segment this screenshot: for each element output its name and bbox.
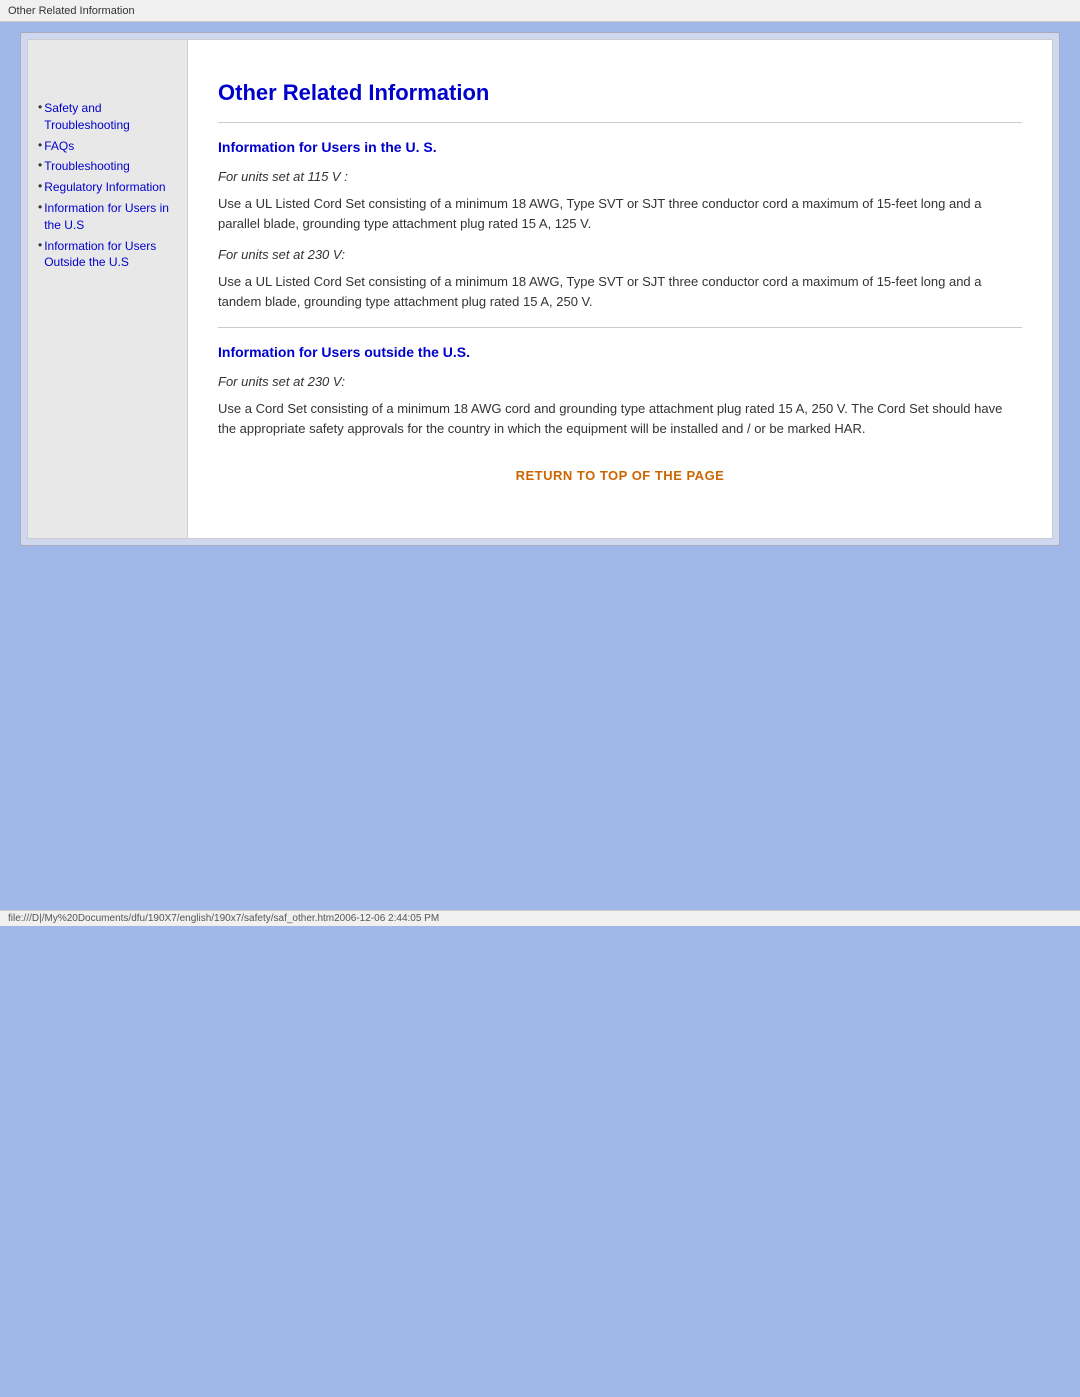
browser-inner: • Safety and Troubleshooting • FAQs • Tr… [27, 39, 1053, 539]
bullet-icon: • [38, 138, 42, 155]
bottom-area [0, 556, 1080, 906]
section1-block2-italic: For units set at 230 V: [218, 247, 1022, 262]
title-bar: Other Related Information [0, 0, 1080, 22]
sidebar-link-safety[interactable]: Safety and Troubleshooting [44, 100, 177, 134]
sidebar-link-users-outside[interactable]: Information for Users Outside the U.S [44, 238, 177, 272]
sidebar-item-users-us: • Information for Users in the U.S [38, 200, 177, 234]
sidebar-link-regulatory[interactable]: Regulatory Information [44, 179, 165, 196]
section2-block1-body: Use a Cord Set consisting of a minimum 1… [218, 399, 1022, 438]
sidebar-nav: • Safety and Troubleshooting • FAQs • Tr… [38, 100, 177, 271]
section1-block1-italic: For units set at 115 V : [218, 169, 1022, 184]
bullet-icon: • [38, 179, 42, 196]
sidebar-item-faqs: • FAQs [38, 138, 177, 155]
section1-title: Information for Users in the U. S. [218, 139, 1022, 155]
sidebar-item-safety: • Safety and Troubleshooting [38, 100, 177, 134]
main-content: Other Related Information Information fo… [188, 40, 1052, 538]
return-to-top-link[interactable]: RETURN TO TOP OF THE PAGE [218, 468, 1022, 483]
sidebar-link-users-us[interactable]: Information for Users in the U.S [44, 200, 177, 234]
bullet-icon: • [38, 200, 42, 234]
sidebar-item-troubleshooting: • Troubleshooting [38, 158, 177, 175]
section2-block1-italic: For units set at 230 V: [218, 374, 1022, 389]
bullet-icon: • [38, 100, 42, 134]
sidebar-item-regulatory: • Regulatory Information [38, 179, 177, 196]
bullet-icon: • [38, 238, 42, 272]
status-bar-text: file:///D|/My%20Documents/dfu/190X7/engl… [8, 913, 439, 924]
section1-block1-body: Use a UL Listed Cord Set consisting of a… [218, 194, 1022, 233]
sidebar-link-troubleshooting[interactable]: Troubleshooting [44, 158, 130, 175]
section2-title: Information for Users outside the U.S. [218, 344, 1022, 360]
sidebar: • Safety and Troubleshooting • FAQs • Tr… [28, 40, 188, 538]
divider-1 [218, 122, 1022, 123]
status-bar: file:///D|/My%20Documents/dfu/190X7/engl… [0, 910, 1080, 926]
section1-block2-body: Use a UL Listed Cord Set consisting of a… [218, 272, 1022, 311]
bullet-icon: • [38, 158, 42, 175]
browser-outer: • Safety and Troubleshooting • FAQs • Tr… [20, 32, 1060, 546]
page-title: Other Related Information [218, 80, 1022, 106]
sidebar-link-faqs[interactable]: FAQs [44, 138, 74, 155]
title-bar-text: Other Related Information [8, 5, 135, 17]
divider-2 [218, 327, 1022, 328]
sidebar-item-users-outside: • Information for Users Outside the U.S [38, 238, 177, 272]
